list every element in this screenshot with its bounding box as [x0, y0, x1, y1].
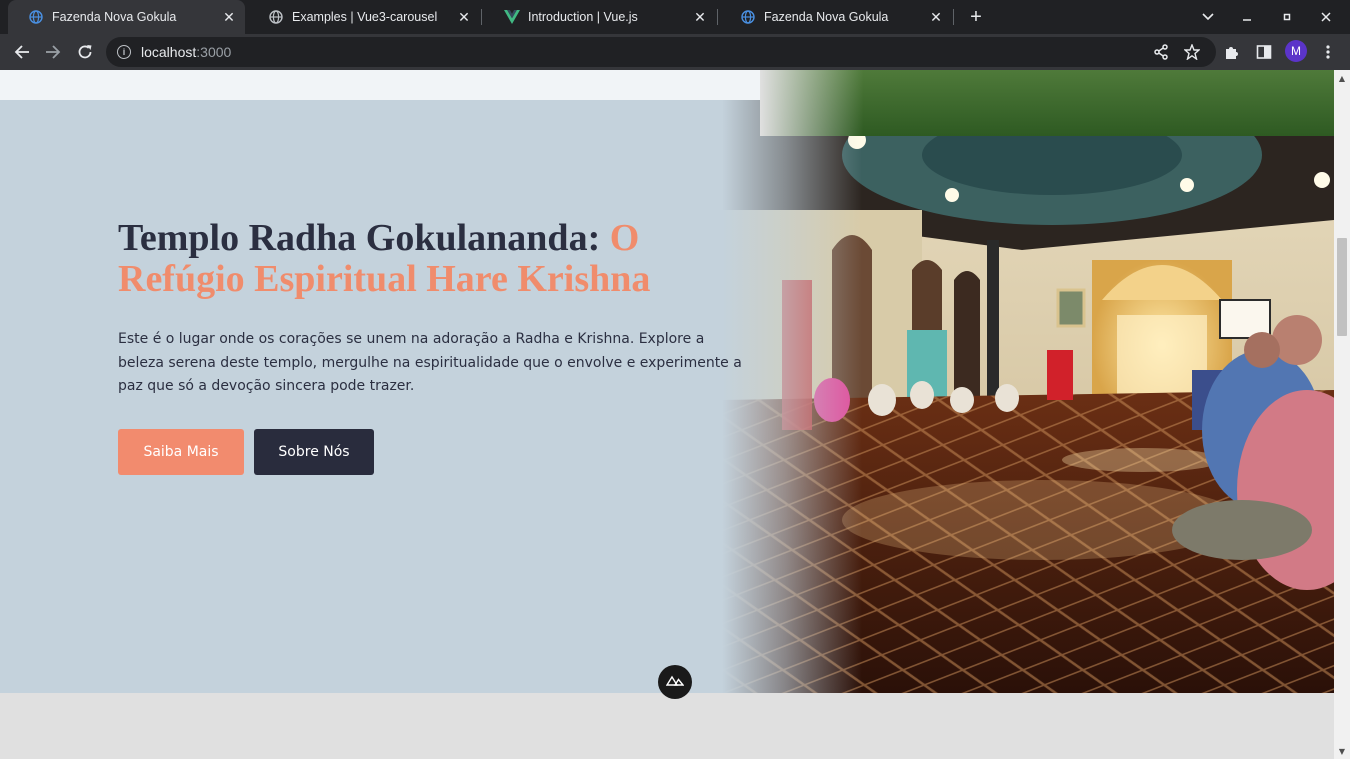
- hero-title: Templo Radha Gokulananda: O Refúgio Espi…: [118, 218, 718, 300]
- new-tab-button[interactable]: +: [964, 5, 988, 29]
- forward-arrow-icon[interactable]: [39, 38, 67, 66]
- menu-kebab-icon[interactable]: [1314, 38, 1342, 66]
- url-host: localhost: [141, 44, 197, 60]
- vue-logo-icon: [504, 9, 520, 25]
- site-info-icon[interactable]: i: [117, 45, 131, 59]
- nuxt-logo-icon: [665, 671, 685, 690]
- globe-blue-icon: [740, 9, 756, 25]
- close-icon[interactable]: ✕: [928, 9, 944, 25]
- tab-separator: [481, 9, 482, 25]
- scrollbar-thumb[interactable]: [1337, 238, 1347, 336]
- globe-blue-icon: [28, 9, 44, 25]
- hero-section: Templo Radha Gokulananda: O Refúgio Espi…: [0, 100, 1334, 693]
- tab-label: Fazenda Nova Gokula: [52, 10, 177, 24]
- bookmark-star-icon[interactable]: [1178, 38, 1206, 66]
- share-icon[interactable]: [1147, 38, 1175, 66]
- close-icon[interactable]: ✕: [221, 9, 237, 25]
- tab-label: Fazenda Nova Gokula: [764, 10, 889, 24]
- reload-icon[interactable]: [71, 38, 99, 66]
- tab-label: Examples | Vue3-carousel: [292, 10, 438, 24]
- url-port: :3000: [196, 44, 232, 60]
- profile-avatar[interactable]: M: [1285, 40, 1307, 62]
- close-window-button[interactable]: [1314, 5, 1338, 29]
- nuxt-devtools-button[interactable]: [658, 665, 692, 699]
- tab-fazenda-nova-gokula-2[interactable]: Fazenda Nova Gokula ✕: [720, 0, 952, 34]
- page-viewport: Templo Radha Gokulananda: O Refúgio Espi…: [0, 70, 1334, 759]
- address-bar[interactable]: i localhost:3000: [106, 37, 1216, 67]
- scroll-up-arrow-icon[interactable]: ▲: [1334, 70, 1350, 86]
- sobre-nos-button[interactable]: Sobre Nós: [254, 429, 374, 475]
- back-arrow-icon[interactable]: [8, 38, 36, 66]
- scroll-down-arrow-icon[interactable]: ▼: [1334, 743, 1350, 759]
- browser-toolbar: i localhost:3000: [0, 34, 1350, 70]
- minimize-button[interactable]: [1235, 5, 1259, 29]
- close-icon[interactable]: ✕: [456, 9, 472, 25]
- tab-separator: [717, 9, 718, 25]
- globe-icon: [268, 9, 284, 25]
- hero-description: Este é o lugar onde os corações se unem …: [118, 331, 742, 394]
- side-panel-icon[interactable]: [1250, 38, 1278, 66]
- saiba-mais-button[interactable]: Saiba Mais: [118, 429, 244, 475]
- next-section-photo: [760, 70, 1334, 136]
- tab-vue3-carousel[interactable]: Examples | Vue3-carousel ✕: [248, 0, 480, 34]
- close-icon[interactable]: ✕: [692, 9, 708, 25]
- next-section: [0, 693, 1334, 759]
- tab-fazenda-nova-gokula[interactable]: Fazenda Nova Gokula ✕: [8, 0, 245, 34]
- tab-search-chevron-icon[interactable]: [1196, 5, 1220, 29]
- tab-separator: [953, 9, 954, 25]
- hero-title-main: Templo Radha Gokulananda:: [118, 217, 610, 259]
- tab-vue-introduction[interactable]: Introduction | Vue.js ✕: [484, 0, 716, 34]
- maximize-button[interactable]: [1275, 5, 1299, 29]
- page-scrollbar[interactable]: ▲ ▼: [1334, 70, 1350, 759]
- extensions-puzzle-icon[interactable]: [1218, 38, 1246, 66]
- tab-strip: Fazenda Nova Gokula ✕ Examples | Vue3-ca…: [0, 0, 1350, 34]
- tab-label: Introduction | Vue.js: [528, 10, 638, 24]
